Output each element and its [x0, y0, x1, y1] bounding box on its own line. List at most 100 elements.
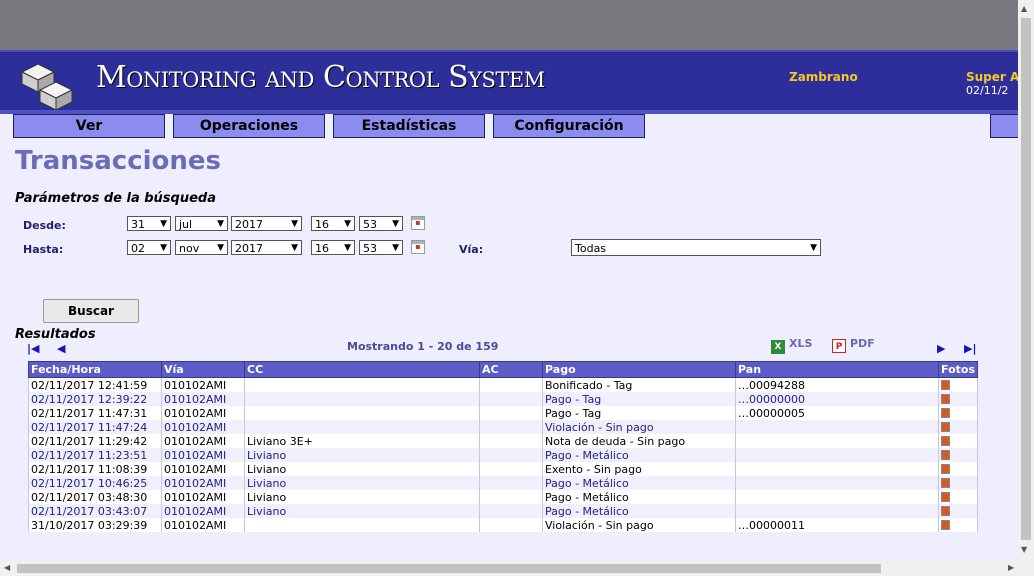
photo-icon[interactable]: [941, 435, 950, 446]
table-cell: 02/11/2017 11:29:42: [28, 434, 162, 448]
export-pdf-link[interactable]: P PDF: [832, 337, 875, 353]
calendar-icon[interactable]: ▪: [411, 240, 425, 254]
desde-year-select[interactable]: 2017 ▼: [231, 216, 302, 231]
photo-icon[interactable]: [941, 463, 950, 474]
horizontal-scrollbar[interactable]: ◀ ▶: [0, 560, 1034, 576]
vertical-scroll-thumb[interactable]: [1021, 18, 1031, 540]
column-header-fotos[interactable]: Fotos: [938, 361, 978, 378]
user-role: Super A: [966, 70, 1018, 84]
column-header-pago[interactable]: Pago: [542, 361, 736, 378]
browser-top-area: [0, 0, 1018, 50]
column-header-ac[interactable]: AC: [479, 361, 543, 378]
table-cell: 02/11/2017 12:41:59: [28, 377, 162, 392]
table-cell: [735, 504, 939, 518]
scroll-right-icon[interactable]: ▶: [1008, 563, 1014, 572]
table-row[interactable]: 02/11/2017 10:46:25 010102AMI Liviano Pago …: [28, 476, 978, 490]
menu-operaciones[interactable]: Operaciones: [173, 114, 325, 138]
table-cell: [479, 420, 543, 434]
column-header-pan[interactable]: Pan: [735, 361, 939, 378]
table-row[interactable]: 02/11/2017 12:39:22 010102AMI Pago - Tag …0…: [28, 392, 978, 406]
previous-page-icon[interactable]: ◀: [57, 342, 65, 355]
photo-icon[interactable]: [941, 519, 950, 530]
vertical-scrollbar[interactable]: ▲ ▼: [1018, 0, 1034, 560]
table-cell: [244, 392, 480, 406]
table-row[interactable]: 02/11/2017 11:23:51 010102AMI Liviano Pago …: [28, 448, 978, 462]
table-row[interactable]: 31/10/2017 03:29:39 010102AMI Violación - …: [28, 518, 978, 532]
photo-icon[interactable]: [941, 379, 950, 390]
export-xls-link[interactable]: X XLS: [771, 337, 812, 354]
fotos-cell: [938, 420, 978, 434]
desde-month-select[interactable]: jul ▼: [175, 216, 228, 231]
photo-icon[interactable]: [941, 421, 950, 432]
fotos-cell: [938, 462, 978, 476]
pagination-status: Mostrando 1 - 20 de 159: [347, 340, 499, 353]
table-cell: 010102AMI: [161, 504, 245, 518]
chevron-down-icon: ▼: [810, 243, 817, 253]
table-cell: 010102AMI: [161, 448, 245, 462]
photo-icon[interactable]: [941, 477, 950, 488]
table-cell: Liviano: [244, 462, 480, 476]
hasta-year-select[interactable]: 2017 ▼: [231, 240, 302, 255]
scroll-down-icon[interactable]: ▼: [1021, 545, 1027, 554]
table-cell: 010102AMI: [161, 420, 245, 434]
chevron-down-icon: ▼: [344, 243, 351, 253]
table-row[interactable]: 02/11/2017 12:41:59 010102AMI Bonificado -…: [28, 377, 978, 392]
table-row[interactable]: 02/11/2017 11:29:42 010102AMI Liviano 3E+ N…: [28, 434, 978, 448]
chevron-down-icon: ▼: [217, 243, 224, 253]
hasta-minute-select[interactable]: 53 ▼: [359, 240, 403, 255]
table-cell: 02/11/2017 03:48:30: [28, 490, 162, 504]
hasta-month-select[interactable]: nov ▼: [175, 240, 228, 255]
user-name: Zambrano: [789, 70, 858, 84]
photo-icon[interactable]: [941, 491, 950, 502]
table-row[interactable]: 02/11/2017 11:08:39 010102AMI Liviano Exent…: [28, 462, 978, 476]
table-cell: Liviano: [244, 476, 480, 490]
scroll-up-icon[interactable]: ▲: [1021, 4, 1027, 13]
calendar-icon[interactable]: ▪: [411, 216, 425, 230]
column-header-fecha[interactable]: Fecha/Hora: [28, 361, 162, 378]
table-cell: Liviano 3E+: [244, 434, 480, 448]
table-cell: Pago - Metálico: [542, 476, 736, 490]
column-header-cc[interactable]: CC: [244, 361, 480, 378]
buscar-button[interactable]: Buscar: [43, 299, 139, 323]
photo-icon[interactable]: [941, 505, 950, 516]
table-cell: 010102AMI: [161, 377, 245, 392]
photo-icon[interactable]: [941, 393, 950, 404]
hasta-hour-select[interactable]: 16 ▼: [311, 240, 355, 255]
last-page-icon[interactable]: ▶|: [964, 342, 976, 355]
chevron-down-icon: ▼: [217, 219, 224, 229]
desde-minute-select[interactable]: 53 ▼: [359, 216, 403, 231]
table-cell: 010102AMI: [161, 392, 245, 406]
table-row[interactable]: 02/11/2017 11:47:31 010102AMI Pago - Tag …0…: [28, 406, 978, 420]
table-cell: 010102AMI: [161, 476, 245, 490]
table-cell: 02/11/2017 11:23:51: [28, 448, 162, 462]
fotos-cell: [938, 406, 978, 420]
horizontal-scroll-thumb[interactable]: [17, 564, 881, 573]
table-cell: [479, 476, 543, 490]
table-cell: Liviano: [244, 448, 480, 462]
next-page-icon[interactable]: ▶: [937, 342, 945, 355]
desde-day-select[interactable]: 31 ▼: [127, 216, 171, 231]
photo-icon[interactable]: [941, 449, 950, 460]
column-header-via[interactable]: Vía: [161, 361, 245, 378]
via-select[interactable]: Todas ▼: [571, 239, 821, 256]
table-row[interactable]: 02/11/2017 11:47:24 010102AMI Violación - …: [28, 420, 978, 434]
photo-icon[interactable]: [941, 407, 950, 418]
table-cell: [479, 504, 543, 518]
table-cell: [479, 406, 543, 420]
table-row[interactable]: 02/11/2017 03:43:07 010102AMI Liviano Pago …: [28, 504, 978, 518]
table-cell: 010102AMI: [161, 490, 245, 504]
menu-ver[interactable]: Ver: [13, 114, 165, 138]
table-cell: [244, 377, 480, 392]
menu-estadisticas[interactable]: Estadísticas: [333, 114, 485, 138]
first-page-icon[interactable]: |◀: [27, 342, 39, 355]
scroll-left-icon[interactable]: ◀: [4, 563, 10, 572]
menu-bar: Ver Operaciones Estadísticas Configuraci…: [0, 114, 1022, 138]
hasta-day-select[interactable]: 02 ▼: [127, 240, 171, 255]
hasta-label: Hasta:: [23, 243, 64, 256]
table-cell: [479, 490, 543, 504]
menu-configuracion[interactable]: Configuración: [493, 114, 645, 138]
table-row[interactable]: 02/11/2017 03:48:30 010102AMI Liviano Pago …: [28, 490, 978, 504]
chevron-down-icon: ▼: [291, 243, 298, 253]
desde-hour-select[interactable]: 16 ▼: [311, 216, 355, 231]
pdf-icon: P: [832, 339, 846, 353]
